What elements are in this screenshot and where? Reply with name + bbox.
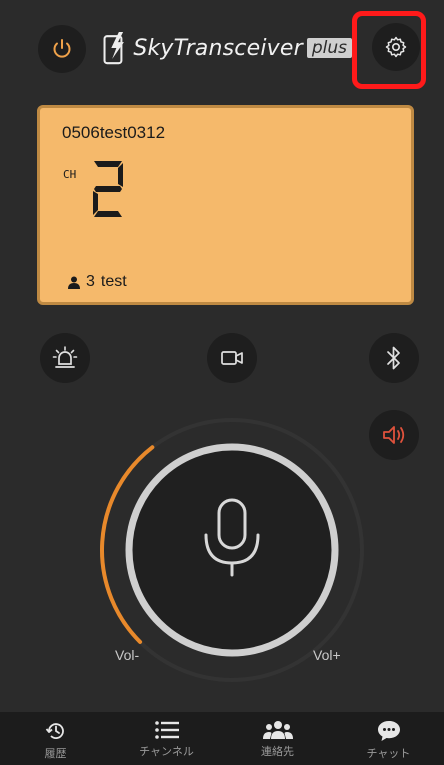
power-button[interactable]	[38, 25, 86, 73]
logo-text: SkyTransceiver	[133, 35, 303, 61]
nav-history-label: 履歴	[44, 748, 67, 760]
volume-max-label: Vol+	[313, 647, 341, 663]
alarm-button[interactable]	[40, 333, 90, 383]
volume-min-label: Vol-	[115, 647, 140, 663]
nav-history[interactable]: 履歴	[0, 712, 111, 765]
nav-contacts[interactable]: 連絡先	[222, 712, 333, 765]
nav-channel[interactable]: チャンネル	[111, 712, 222, 765]
bluetooth-button[interactable]	[369, 333, 419, 383]
bottom-nav: 履歴 チャンネル 連絡先 チャット	[0, 712, 444, 765]
nav-chat-label: チャット	[366, 748, 411, 760]
nav-chat[interactable]: チャット	[333, 712, 444, 765]
online-users: 3 test	[68, 273, 127, 291]
camera-button[interactable]	[207, 333, 257, 383]
history-icon	[45, 723, 64, 739]
app-logo: SkyTransceiver plus	[102, 26, 352, 70]
group-name: 0506test0312	[62, 123, 166, 142]
list-icon	[154, 721, 179, 739]
logo-plus-badge: plus	[306, 38, 352, 58]
nav-contacts-label: 連絡先	[261, 746, 294, 758]
contacts-icon	[262, 721, 293, 739]
lcd-display: 0506test0312 CH 2 3 test	[37, 105, 414, 305]
header: SkyTransceiver plus	[0, 0, 444, 90]
channel-label: CH	[63, 168, 77, 181]
chat-icon	[377, 721, 400, 741]
ptt-button[interactable]	[125, 443, 339, 657]
channel-number: 2	[88, 158, 128, 225]
siren-icon	[52, 346, 78, 368]
user-count: 3	[86, 273, 95, 290]
power-icon	[53, 39, 71, 58]
bluetooth-icon	[387, 346, 400, 370]
phone-lightning-icon	[103, 31, 124, 65]
person-icon	[68, 276, 80, 289]
settings-highlight	[352, 11, 426, 89]
user-name: test	[100, 273, 127, 290]
ptt-area	[100, 418, 364, 682]
nav-channel-label: チャンネル	[139, 746, 194, 758]
video-camera-icon	[221, 351, 243, 365]
